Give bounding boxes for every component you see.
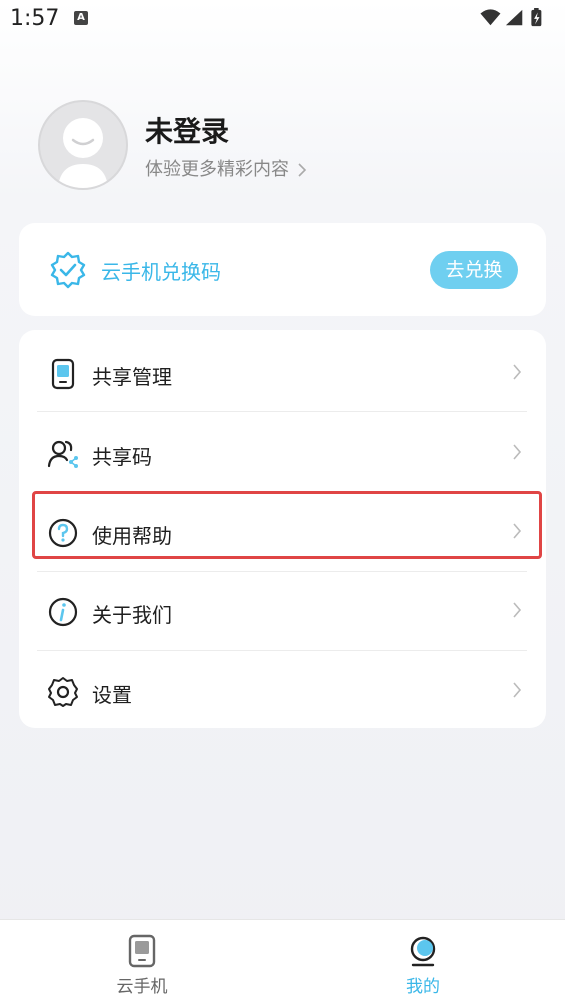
bottom-tab-bar: 云手机 我的 bbox=[0, 919, 565, 1005]
menu-item-label: 共享码 bbox=[92, 445, 152, 469]
menu-item-label: 关于我们 bbox=[92, 603, 172, 627]
redeem-card: 云手机兑换码 去兑换 bbox=[19, 223, 546, 316]
tablet-icon bbox=[128, 934, 156, 968]
tablet-icon bbox=[51, 358, 75, 390]
redeem-label: 云手机兑换码 bbox=[101, 260, 221, 284]
status-time: 1:57 bbox=[10, 6, 60, 31]
avatar[interactable] bbox=[38, 100, 128, 190]
menu-item-share-management[interactable]: 共享管理 bbox=[19, 332, 546, 411]
signal-icon bbox=[505, 9, 523, 26]
profile-subtitle-text: 体验更多精彩内容 bbox=[145, 159, 289, 180]
chevron-right-icon bbox=[513, 602, 522, 618]
person-icon bbox=[410, 936, 436, 967]
menu-item-about[interactable]: 关于我们 bbox=[19, 570, 546, 649]
notification-a-icon: A bbox=[74, 11, 88, 25]
users-share-icon bbox=[47, 440, 78, 468]
tab-label: 云手机 bbox=[116, 977, 168, 997]
default-avatar-icon bbox=[58, 118, 108, 188]
menu-item-label: 共享管理 bbox=[92, 365, 172, 389]
menu-item-label: 设置 bbox=[92, 683, 132, 707]
profile-subtitle[interactable]: 体验更多精彩内容 bbox=[145, 155, 307, 181]
status-icons bbox=[480, 8, 542, 27]
redeem-button[interactable]: 去兑换 bbox=[430, 251, 518, 289]
wifi-icon bbox=[480, 9, 501, 26]
profile-header[interactable]: 未登录 体验更多精彩内容 bbox=[38, 100, 518, 190]
chevron-right-icon bbox=[513, 444, 522, 460]
info-circle-icon bbox=[48, 597, 78, 627]
chevron-right-icon bbox=[513, 364, 522, 380]
chevron-right-icon bbox=[298, 163, 306, 177]
verified-badge-icon bbox=[50, 251, 86, 289]
username: 未登录 bbox=[145, 115, 230, 148]
tab-label: 我的 bbox=[406, 977, 440, 997]
status-bar: 1:57 A bbox=[0, 0, 565, 38]
chevron-right-icon bbox=[513, 682, 522, 698]
highlight-box bbox=[32, 491, 542, 559]
battery-icon bbox=[531, 8, 542, 27]
gear-icon bbox=[48, 677, 78, 707]
tab-cloud-phone[interactable]: 云手机 bbox=[72, 920, 212, 1005]
tab-mine[interactable]: 我的 bbox=[353, 920, 493, 1005]
menu-item-share-code[interactable]: 共享码 bbox=[19, 412, 546, 491]
menu-item-settings[interactable]: 设置 bbox=[19, 650, 546, 729]
